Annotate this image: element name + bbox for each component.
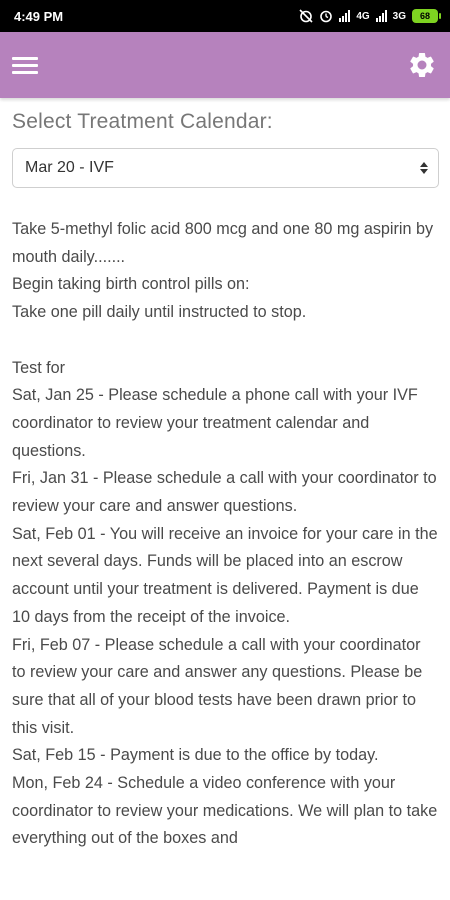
schedule-line: Test for: [12, 358, 66, 377]
select-arrows-icon: [420, 162, 428, 174]
network-type-1: 4G: [356, 10, 370, 22]
schedule-line: Mon, Feb 24 - Schedule a video conferenc…: [12, 774, 438, 848]
alarm-off-icon: [299, 9, 313, 23]
signal-icon-2: [375, 10, 387, 22]
schedule-line: Fri, Jan 31 - Please schedule a call wit…: [12, 469, 437, 516]
status-icons: 4G 3G 68: [299, 9, 441, 23]
gear-icon[interactable]: [406, 49, 438, 81]
status-bar: 4:49 PM 4G 3G 68: [0, 0, 450, 32]
schedule-line: Sat, Feb 15 - Payment is due to the offi…: [12, 746, 379, 765]
intro-line: Take one pill daily until instructed to …: [12, 303, 307, 322]
calendar-select[interactable]: Mar 20 - IVF: [12, 148, 439, 188]
hamburger-menu-icon[interactable]: [12, 51, 40, 79]
signal-icon: [339, 10, 351, 22]
gear-icon-graphic: [410, 52, 434, 77]
main-content: Select Treatment Calendar: Mar 20 - IVF …: [0, 98, 450, 900]
calendar-select-value: Mar 20 - IVF: [25, 159, 114, 176]
select-calendar-label: Select Treatment Calendar:: [12, 110, 273, 133]
battery-icon: 68: [412, 9, 441, 23]
status-time: 4:49 PM: [14, 8, 64, 24]
network-type-2: 3G: [392, 10, 406, 22]
treatment-instructions: Take 5-methyl folic acid 800 mcg and one…: [12, 216, 438, 853]
schedule-line: Sat, Feb 01 - You will receive an invoic…: [12, 524, 438, 626]
app-bar: [0, 32, 450, 98]
intro-line: Take 5-methyl folic acid 800 mcg and one…: [12, 220, 434, 266]
alarm-icon: [320, 10, 333, 23]
schedule-line: Sat, Jan 25 - Please schedule a phone ca…: [12, 386, 418, 460]
schedule-line: Fri, Feb 07 - Please schedule a call wit…: [12, 635, 423, 737]
intro-line: Begin taking birth control pills on:: [12, 275, 250, 294]
